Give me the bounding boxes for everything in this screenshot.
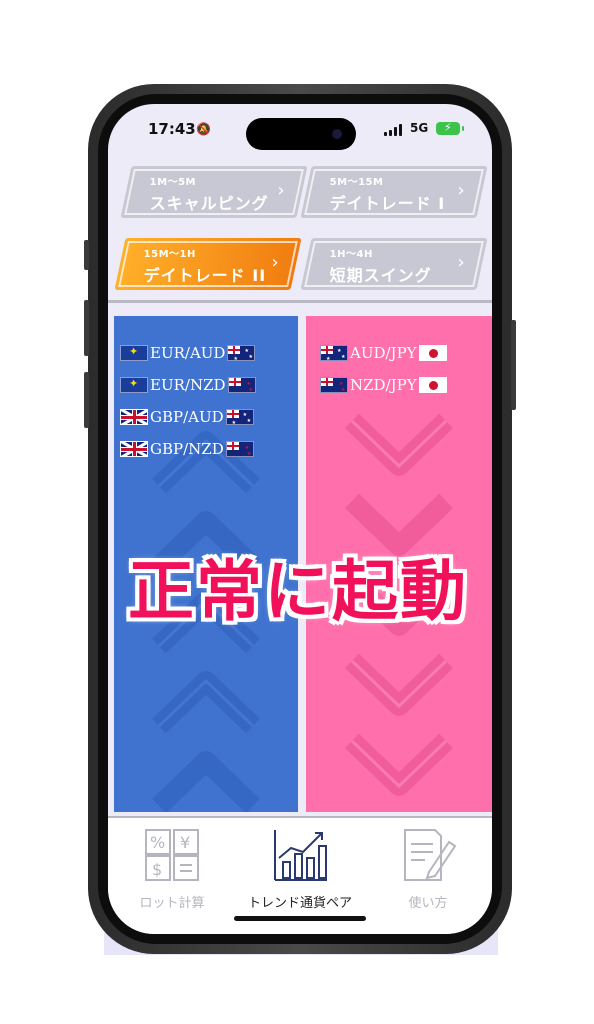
currency-pair-row[interactable]: EUR/AUD ★★★	[120, 342, 256, 364]
dynamic-island	[246, 118, 356, 150]
tab-lot-calculation[interactable]: % ¥ $ ロット計算	[108, 828, 236, 911]
currency-pair-row[interactable]: EUR/NZD ★★	[120, 374, 256, 396]
mode-label: デイトレード I	[329, 194, 446, 213]
currency-pair-row[interactable]: GBP/AUD ★ ★ ★	[120, 406, 254, 428]
battery-icon: ⚡	[436, 121, 464, 135]
chevron-right-icon: ›	[277, 180, 285, 201]
au-flag-icon: ★ ★ ★	[320, 345, 348, 361]
tab-how-to-use[interactable]: 使い方	[364, 828, 492, 911]
tab-label: ロット計算	[139, 896, 205, 911]
pair-label: AUD/JPY	[350, 344, 417, 362]
currency-pair-row[interactable]: ★ ★ ★ AUD/JPY	[320, 342, 447, 364]
currency-pair-row[interactable]: ★ ★ NZD/JPY	[320, 374, 447, 396]
section-divider	[108, 300, 492, 303]
pair-label: EUR/AUD	[150, 344, 226, 362]
network-type: 5G	[410, 121, 429, 135]
mode-range: 1M〜5M	[149, 177, 197, 188]
volume-up-button	[84, 300, 89, 356]
tab-trend-pairs[interactable]: トレンド通貨ペア	[236, 828, 364, 911]
mode-label: デイトレード II	[143, 266, 267, 285]
mode-button-swing[interactable]: 1H〜4H 短期スイング ›	[300, 238, 488, 290]
mode-button-daytrade-1[interactable]: 5M〜15M デイトレード I ›	[300, 166, 488, 218]
nz-flag-icon: ★ ★	[225, 441, 254, 457]
status-time: 17:43	[148, 120, 196, 138]
eu-flag-icon	[120, 345, 148, 361]
home-indicator	[234, 916, 366, 921]
mode-range: 1H〜4H	[329, 249, 373, 260]
gb-flag-icon	[120, 441, 148, 457]
tab-label: トレンド通貨ペア	[247, 896, 352, 911]
screenshot-stage: 17:43 🔕 5G ⚡ 1M〜5M スキャルピング › 5M〜15M デイトレード…	[0, 0, 594, 1024]
mute-switch	[84, 240, 89, 270]
pair-label: EUR/NZD	[150, 376, 226, 394]
eu-flag-icon	[120, 377, 148, 393]
nz-flag-icon: ★ ★	[227, 377, 256, 393]
jp-flag-icon	[418, 377, 447, 393]
pair-label: GBP/NZD	[150, 440, 224, 458]
overlay-caption: 正常に起動	[128, 553, 468, 630]
mode-label: 短期スイング	[329, 266, 432, 285]
chevron-right-icon: ›	[457, 180, 465, 201]
trend-chart-icon	[274, 830, 327, 881]
pair-label: GBP/AUD	[150, 408, 224, 426]
status-bar: 17:43 🔕 5G ⚡	[108, 104, 492, 154]
au-flag-icon: ★ ★ ★	[225, 409, 254, 425]
mode-label: スキャルピング	[149, 194, 269, 213]
power-button	[511, 320, 516, 410]
calculator-icon: % ¥ $	[145, 829, 199, 881]
mode-range: 15M〜1H	[143, 249, 196, 260]
svg-text:$: $	[152, 860, 162, 879]
app-screen: 17:43 🔕 5G ⚡ 1M〜5M スキャルピング › 5M〜15M デイトレード…	[108, 104, 492, 934]
chevron-right-icon: ›	[457, 252, 465, 273]
jp-flag-icon	[418, 345, 447, 361]
currency-pair-row[interactable]: GBP/NZD ★ ★	[120, 438, 254, 460]
silent-bell-icon: 🔕	[196, 122, 211, 136]
svg-text:%: %	[150, 833, 165, 852]
mode-button-daytrade-2[interactable]: 15M〜1H デイトレード II ›	[114, 238, 302, 290]
tab-label: 使い方	[408, 896, 448, 911]
svg-text:¥: ¥	[180, 833, 190, 852]
document-pen-icon	[404, 829, 457, 881]
chevron-right-icon: ›	[271, 252, 279, 273]
mode-button-scalping[interactable]: 1M〜5M スキャルピング ›	[120, 166, 308, 218]
pair-label: NZD/JPY	[350, 376, 417, 394]
nz-flag-icon: ★ ★	[320, 377, 348, 393]
gb-flag-icon	[120, 409, 148, 425]
volume-down-button	[84, 372, 89, 428]
au-flag-icon: ★ ★ ★	[227, 345, 256, 361]
mode-range: 5M〜15M	[329, 177, 384, 188]
signal-icon	[384, 124, 404, 136]
